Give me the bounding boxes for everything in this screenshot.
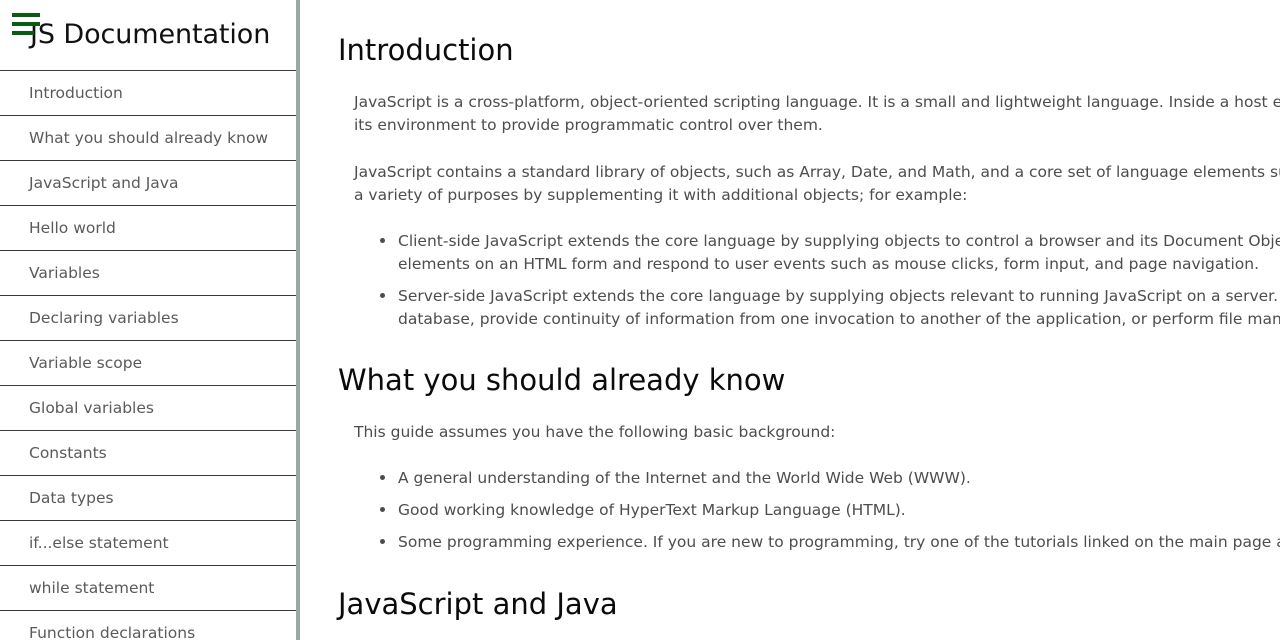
list-item: Data types — [0, 475, 296, 520]
list-item: JavaScript and Java — [0, 160, 296, 205]
sidebar-title: JS Documentation — [30, 19, 271, 50]
list-item: Function declarations — [0, 610, 296, 640]
list-item: Hello world — [0, 205, 296, 250]
section-body: This guide assumes you have the followin… — [338, 397, 1280, 554]
sidebar-item-if-else-statement[interactable]: if...else statement — [0, 520, 296, 565]
documentation-page: JS Documentation Introduction What you s… — [0, 0, 1280, 640]
list-item-text: Good working knowledge of HyperText Mark… — [398, 501, 906, 519]
section-body: JavaScript is a cross-platform, object-o… — [338, 67, 1280, 331]
sidebar-item-declaring-variables[interactable]: Declaring variables — [0, 295, 296, 340]
list-item: Declaring variables — [0, 295, 296, 340]
bullet-icon — [380, 539, 385, 544]
list-item: Variables — [0, 250, 296, 295]
paragraph: JavaScript is a cross-platform, object-o… — [354, 93, 1280, 134]
sidebar-item-introduction[interactable]: Introduction — [0, 70, 296, 115]
sidebar-item-hello-world[interactable]: Hello world — [0, 205, 296, 250]
section-what-you-should-already-know: What you should already know This guide … — [338, 331, 1280, 554]
sidebar-item-what-you-should-already-know[interactable]: What you should already know — [0, 115, 296, 160]
sidebar-item-variable-scope[interactable]: Variable scope — [0, 340, 296, 385]
list-item-text: Client-side JavaScript extends the core … — [398, 232, 1280, 273]
paragraph: JavaScript and Java are similar in some … — [354, 621, 1280, 640]
sidebar-item-javascript-and-java[interactable]: JavaScript and Java — [0, 160, 296, 205]
sidebar-item-function-declarations[interactable]: Function declarations — [0, 610, 296, 640]
sidebar-navbar: JS Documentation Introduction What you s… — [0, 0, 300, 640]
list-item: Introduction — [0, 70, 296, 115]
list-item: Variable scope — [0, 340, 296, 385]
section-heading: JavaScript and Java — [338, 587, 618, 621]
sidebar-nav-list: Introduction What you should already kno… — [0, 70, 296, 640]
bullet-list: Client-side JavaScript extends the core … — [354, 207, 1280, 331]
list-item: What you should already know — [0, 115, 296, 160]
paragraph: JavaScript contains a standard library o… — [354, 163, 1280, 204]
bullet-icon — [380, 238, 385, 243]
list-item: Constants — [0, 430, 296, 475]
sidebar-item-variables[interactable]: Variables — [0, 250, 296, 295]
bullet-icon — [380, 507, 385, 512]
section-javascript-and-java: JavaScript and Java JavaScript and Java … — [338, 554, 1280, 640]
list-item: while statement — [0, 565, 296, 610]
hamburger-menu-icon[interactable] — [12, 13, 40, 35]
sidebar-item-global-variables[interactable]: Global variables — [0, 385, 296, 430]
list-item: Good working knowledge of HyperText Mark… — [380, 490, 1280, 522]
section-introduction: Introduction JavaScript is a cross-platf… — [338, 0, 1280, 331]
bullet-list: A general understanding of the Internet … — [354, 444, 1280, 554]
list-item: Server-side JavaScript extends the core … — [380, 276, 1280, 331]
section-heading: What you should already know — [338, 363, 786, 397]
paragraph: This guide assumes you have the followin… — [354, 423, 836, 441]
sidebar-item-data-types[interactable]: Data types — [0, 475, 296, 520]
list-item: Global variables — [0, 385, 296, 430]
section-heading: Introduction — [338, 33, 514, 67]
sidebar-header: JS Documentation — [0, 0, 296, 70]
main-documentation: Introduction JavaScript is a cross-platf… — [304, 0, 1280, 640]
section-body: JavaScript and Java are similar in some … — [338, 621, 1280, 640]
list-item: A general understanding of the Internet … — [380, 458, 1280, 490]
sidebar-item-while-statement[interactable]: while statement — [0, 565, 296, 610]
list-item-text: Some programming experience. If you are … — [398, 533, 1280, 551]
sidebar-item-constants[interactable]: Constants — [0, 430, 296, 475]
list-item: Some programming experience. If you are … — [380, 522, 1280, 554]
list-item: Client-side JavaScript extends the core … — [380, 221, 1280, 276]
list-item-text: Server-side JavaScript extends the core … — [398, 287, 1280, 328]
bullet-icon — [380, 475, 385, 480]
bullet-icon — [380, 293, 385, 298]
list-item-text: A general understanding of the Internet … — [398, 469, 971, 487]
list-item: if...else statement — [0, 520, 296, 565]
